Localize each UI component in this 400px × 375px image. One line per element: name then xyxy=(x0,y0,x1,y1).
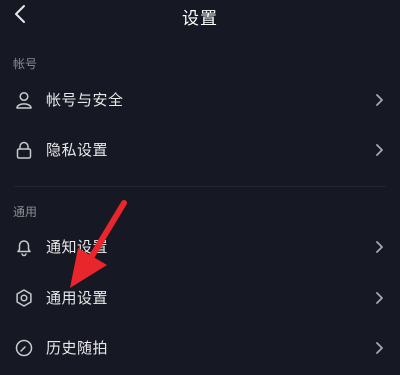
page-title: 设置 xyxy=(182,9,218,29)
section-label-account: 帐号 xyxy=(13,57,38,71)
settings-item-label: 通知设置 xyxy=(46,238,109,256)
chevron-right-icon xyxy=(376,241,383,253)
section-label-general: 通用 xyxy=(13,205,38,219)
chevron-right-icon xyxy=(376,144,383,156)
settings-item-notifications[interactable]: 通知设置 xyxy=(0,222,400,272)
clock-icon xyxy=(15,339,33,357)
chevron-right-icon xyxy=(376,342,383,354)
settings-item-label: 帐号与安全 xyxy=(46,91,124,109)
settings-item-label: 历史随拍 xyxy=(46,339,109,357)
chevron-right-icon xyxy=(376,94,383,106)
settings-item-privacy[interactable]: 隐私设置 xyxy=(0,125,400,175)
lock-icon xyxy=(16,141,32,159)
settings-item-label: 隐私设置 xyxy=(46,141,109,159)
gear-icon xyxy=(16,289,32,307)
settings-item-label: 通用设置 xyxy=(46,289,109,307)
section-divider xyxy=(14,186,386,187)
top-bar: 设置 xyxy=(0,0,400,32)
settings-item-history[interactable]: 历史随拍 xyxy=(0,323,400,373)
settings-item-account-security[interactable]: 帐号与安全 xyxy=(0,75,400,125)
user-icon xyxy=(16,91,32,109)
settings-item-general[interactable]: 通用设置 xyxy=(0,273,400,323)
bell-icon xyxy=(17,240,31,257)
chevron-right-icon xyxy=(376,292,383,304)
